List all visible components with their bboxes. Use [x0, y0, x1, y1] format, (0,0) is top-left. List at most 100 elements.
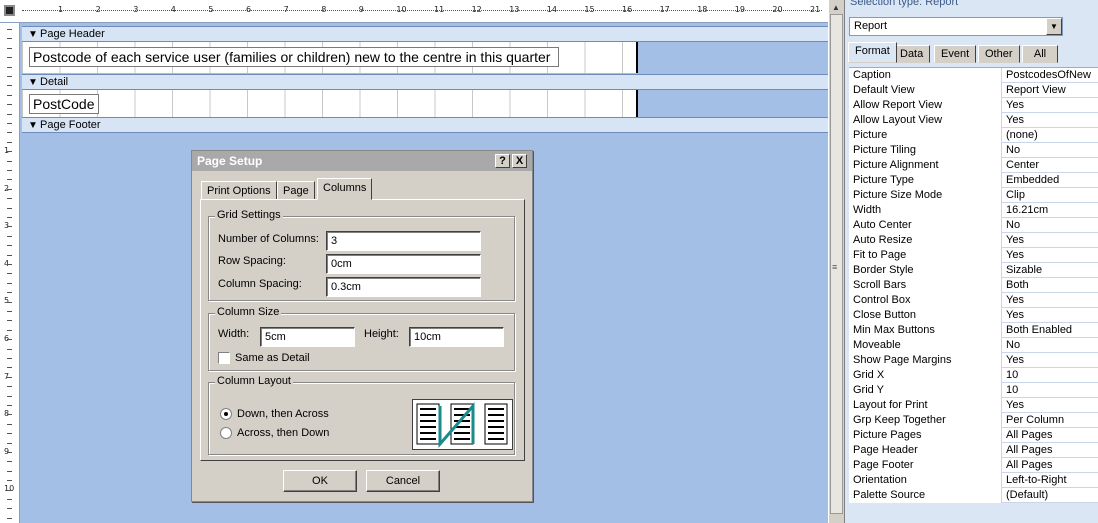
property-value[interactable]: All Pages	[1002, 428, 1098, 443]
property-row[interactable]: Picture Type Embedded	[849, 173, 1098, 188]
property-row[interactable]: Grid Y 10	[849, 383, 1098, 398]
num-columns-input[interactable]: 3	[326, 231, 481, 251]
vruler-mark	[7, 132, 12, 134]
close-button[interactable]: X	[512, 154, 527, 168]
row-spacing-input[interactable]: 0cm	[326, 254, 481, 274]
ok-button[interactable]: OK	[283, 470, 357, 492]
scroll-up-icon[interactable]: ▲	[832, 3, 840, 12]
property-row[interactable]: Default View Report View	[849, 83, 1098, 98]
detail-section[interactable]: PostCode	[22, 90, 828, 117]
property-value[interactable]: Embedded	[1002, 173, 1098, 188]
detail-bar[interactable]: ▼ Detail	[22, 74, 828, 90]
property-row[interactable]: Palette Source (Default)	[849, 488, 1098, 503]
page-footer-bar[interactable]: ▼ Page Footer	[22, 117, 828, 133]
tab-data[interactable]: Data	[893, 45, 931, 63]
property-value[interactable]: 10	[1002, 368, 1098, 383]
property-row[interactable]: Border Style Sizable	[849, 263, 1098, 278]
property-value[interactable]: 16.21cm	[1002, 203, 1098, 218]
object-selector-dropdown[interactable]: Report ▼	[849, 17, 1063, 36]
property-value[interactable]: Both	[1002, 278, 1098, 293]
across-then-down-radio[interactable]	[220, 427, 232, 439]
property-row[interactable]: Auto Center No	[849, 218, 1098, 233]
tab-all[interactable]: All	[1022, 45, 1058, 63]
help-button[interactable]: ?	[495, 154, 510, 168]
property-row[interactable]: Moveable No	[849, 338, 1098, 353]
property-row[interactable]: Orientation Left-to-Right	[849, 473, 1098, 488]
property-row[interactable]: Min Max Buttons Both Enabled	[849, 323, 1098, 338]
property-name: Show Page Margins	[849, 353, 1002, 368]
property-value[interactable]: Yes	[1002, 98, 1098, 113]
property-value[interactable]: Clip	[1002, 188, 1098, 203]
property-row[interactable]: Layout for Print Yes	[849, 398, 1098, 413]
property-value[interactable]: Sizable	[1002, 263, 1098, 278]
property-value[interactable]: Left-to-Right	[1002, 473, 1098, 488]
vruler-mark	[7, 423, 12, 425]
vruler-mark	[7, 414, 12, 416]
tab-page[interactable]: Page	[277, 181, 315, 200]
column-width-input[interactable]: 5cm	[260, 327, 355, 347]
property-row[interactable]: Grp Keep Together Per Column	[849, 413, 1098, 428]
property-value[interactable]: Yes	[1002, 398, 1098, 413]
property-value[interactable]: Yes	[1002, 233, 1098, 248]
header-title-label[interactable]: Postcode of each service user (families …	[29, 47, 559, 67]
property-value[interactable]: Both Enabled	[1002, 323, 1098, 338]
property-row[interactable]: Caption PostcodesOfNew	[849, 68, 1098, 83]
cancel-button[interactable]: Cancel	[366, 470, 440, 492]
property-value[interactable]: No	[1002, 143, 1098, 158]
chevron-down-icon[interactable]: ▼	[1046, 18, 1062, 35]
property-row[interactable]: Control Box Yes	[849, 293, 1098, 308]
postcode-textbox[interactable]: PostCode	[29, 94, 99, 114]
tab-columns[interactable]: Columns	[317, 178, 373, 200]
property-value[interactable]: Yes	[1002, 248, 1098, 263]
property-value[interactable]: No	[1002, 338, 1098, 353]
property-value[interactable]: All Pages	[1002, 443, 1098, 458]
property-row[interactable]: Picture Size Mode Clip	[849, 188, 1098, 203]
tab-event[interactable]: Event	[934, 45, 977, 63]
property-row[interactable]: Fit to Page Yes	[849, 248, 1098, 263]
property-value[interactable]: Per Column	[1002, 413, 1098, 428]
property-value[interactable]: (Default)	[1002, 488, 1098, 503]
tab-format[interactable]: Format	[848, 42, 897, 63]
designer-vertical-scrollbar[interactable]: ▲ ≡	[828, 0, 845, 523]
tab-other[interactable]: Other	[978, 45, 1020, 63]
property-value[interactable]: 10	[1002, 383, 1098, 398]
property-row[interactable]: Picture Pages All Pages	[849, 428, 1098, 443]
tab-print-options[interactable]: Print Options	[201, 181, 277, 200]
property-value[interactable]: Yes	[1002, 293, 1098, 308]
property-value[interactable]: PostcodesOfNew	[1002, 68, 1098, 83]
vruler-mark	[7, 226, 12, 228]
property-row[interactable]: Allow Layout View Yes	[849, 113, 1098, 128]
property-value[interactable]: All Pages	[1002, 458, 1098, 473]
page-header-section[interactable]: Postcode of each service user (families …	[22, 42, 828, 73]
property-value[interactable]: Center	[1002, 158, 1098, 173]
property-row[interactable]: Scroll Bars Both	[849, 278, 1098, 293]
same-as-detail-checkbox[interactable]	[218, 352, 230, 364]
property-row[interactable]: Page Header All Pages	[849, 443, 1098, 458]
property-value[interactable]: Yes	[1002, 113, 1098, 128]
property-value[interactable]: Yes	[1002, 308, 1098, 323]
vruler-mark	[7, 198, 12, 200]
property-row[interactable]: Picture Alignment Center	[849, 158, 1098, 173]
property-row[interactable]: Page Footer All Pages	[849, 458, 1098, 473]
vruler-mark	[7, 517, 12, 519]
down-then-across-radio[interactable]	[220, 408, 232, 420]
select-report-box[interactable]	[4, 5, 15, 16]
property-value[interactable]: Yes	[1002, 353, 1098, 368]
vruler-mark	[7, 348, 12, 350]
property-row[interactable]: Picture Tiling No	[849, 143, 1098, 158]
column-spacing-input[interactable]: 0.3cm	[326, 277, 481, 297]
property-row[interactable]: Auto Resize Yes	[849, 233, 1098, 248]
column-height-input[interactable]: 10cm	[409, 327, 504, 347]
dialog-title-bar[interactable]: Page Setup ? X	[192, 151, 532, 171]
property-row[interactable]: Close Button Yes	[849, 308, 1098, 323]
property-row[interactable]: Show Page Margins Yes	[849, 353, 1098, 368]
property-row[interactable]: Picture (none)	[849, 128, 1098, 143]
property-value[interactable]: (none)	[1002, 128, 1098, 143]
property-row[interactable]: Width 16.21cm	[849, 203, 1098, 218]
property-value[interactable]: Report View	[1002, 83, 1098, 98]
property-value[interactable]: No	[1002, 218, 1098, 233]
property-row[interactable]: Allow Report View Yes	[849, 98, 1098, 113]
splitter-grip-icon[interactable]: ≡	[832, 262, 837, 272]
property-row[interactable]: Grid X 10	[849, 368, 1098, 383]
page-header-bar[interactable]: ▼ Page Header	[22, 26, 828, 42]
